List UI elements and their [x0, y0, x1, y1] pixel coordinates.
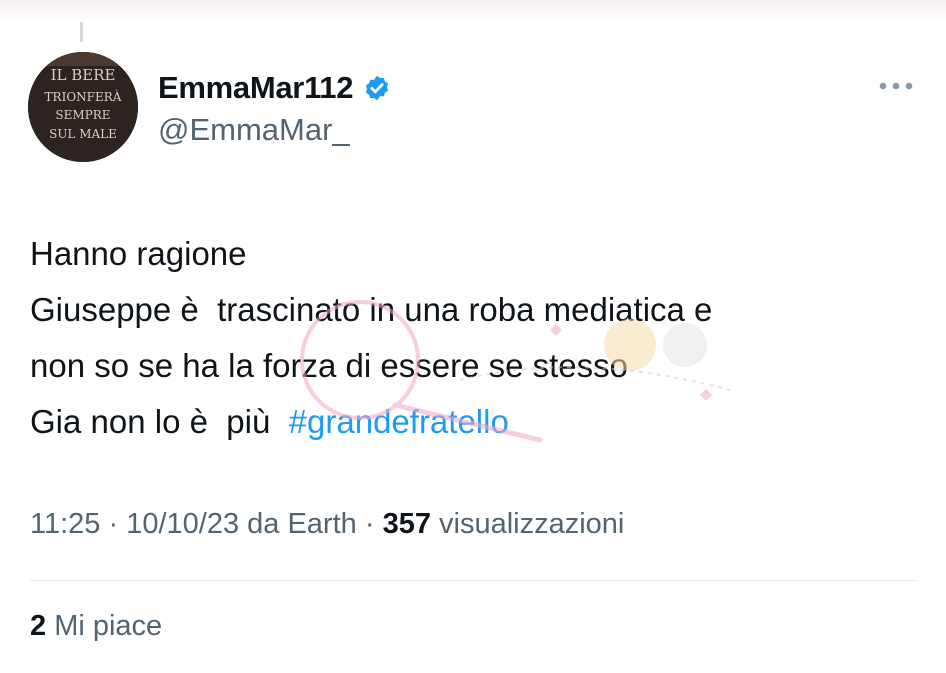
avatar-image: IL BERE TRIONFERÀ SEMPRE SUL MALE [28, 52, 138, 162]
tweet-date[interactable]: 10/10/23 [126, 508, 239, 540]
top-strip [0, 0, 946, 22]
tweet-line-text: Gia non lo è più [30, 403, 289, 440]
divider [30, 580, 916, 581]
author-handle[interactable]: @EmmaMar_ [158, 112, 350, 148]
meta-separator: · [100, 508, 127, 540]
verified-badge-icon[interactable] [363, 74, 391, 102]
more-button[interactable] [876, 72, 916, 100]
likes-label: Mi piace [46, 610, 163, 642]
tweet-source: da Earth [239, 508, 357, 540]
tweet-line: Giuseppe è trascinato in una roba mediat… [30, 291, 713, 328]
tweet-line: Hanno ragione [30, 235, 247, 272]
views-label: visualizzazioni [430, 508, 625, 540]
tweet-meta: 11:25 · 10/10/23 da Earth · 357 visualiz… [30, 508, 624, 541]
tweet-time[interactable]: 11:25 [30, 508, 100, 540]
tweet-line: non so se ha la forza di essere se stess… [30, 347, 628, 384]
meta-separator: · [356, 508, 383, 540]
views-count[interactable]: 357 [383, 508, 431, 540]
likes-stat[interactable]: 2 Mi piace [30, 610, 162, 643]
avatar-line-4: SUL MALE [49, 127, 117, 141]
more-dots-icon [879, 82, 913, 90]
hashtag-link[interactable]: #grandefratello [289, 403, 509, 440]
avatar-line-2: TRIONFERÀ [45, 89, 122, 104]
display-name[interactable]: EmmaMar112 [158, 70, 353, 106]
tweet-line-last: Gia non lo è più #grandefratello [30, 394, 910, 450]
avatar[interactable]: IL BERE TRIONFERÀ SEMPRE SUL MALE [28, 52, 138, 162]
thread-line [80, 22, 83, 42]
avatar-line-3: SEMPRE [55, 108, 110, 122]
tweet-text: Hanno ragione Giuseppe è trascinato in u… [30, 226, 910, 450]
likes-count: 2 [30, 610, 47, 642]
author-name-row: EmmaMar112 [158, 68, 391, 108]
avatar-line-1: IL BERE [51, 66, 116, 84]
